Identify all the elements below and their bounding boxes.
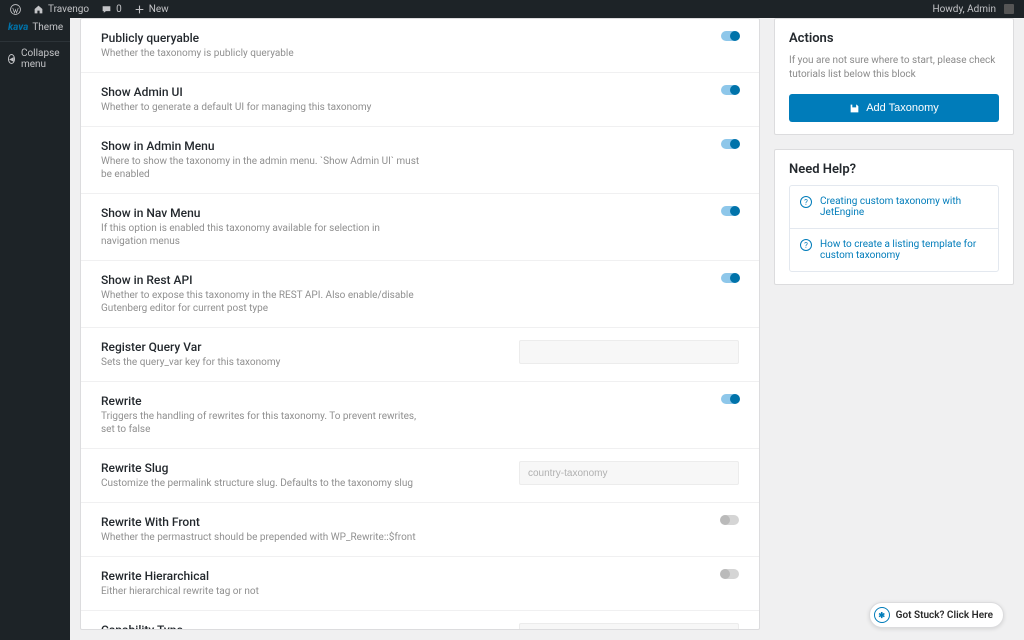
new-link[interactable]: New — [134, 4, 169, 15]
site-link[interactable]: Travengo — [33, 4, 89, 15]
setting-desc: Whether to expose this taxonomy in the R… — [101, 289, 421, 315]
setting-row-publicly_queryable: Publicly queryable Whether the taxonomy i… — [81, 19, 759, 73]
setting-desc: Sets the query_var key for this taxonomy — [101, 356, 421, 369]
help-widget-icon — [874, 607, 890, 623]
setting-row-show_admin_ui: Show Admin UI Whether to generate a defau… — [81, 73, 759, 127]
setting-desc: Whether the taxonomy is publicly queryab… — [101, 47, 421, 60]
settings-panel: Publicly queryable Whether the taxonomy i… — [80, 18, 760, 630]
setting-desc: Whether to generate a default UI for man… — [101, 101, 421, 114]
question-icon: ? — [800, 239, 812, 251]
comments-count: 0 — [116, 4, 122, 15]
setting-title: Show in Admin Menu — [101, 139, 421, 153]
toggle-rewrite_with_front[interactable] — [721, 515, 739, 525]
theme-label: Theme — [32, 22, 63, 33]
howdy-link[interactable]: Howdy, Admin — [932, 4, 1014, 15]
input-rewrite_slug[interactable] — [519, 461, 739, 485]
setting-title: Rewrite With Front — [101, 515, 421, 529]
admin-bar: Travengo 0 New Howdy, Admin — [0, 0, 1024, 18]
main-content: Publicly queryable Whether the taxonomy i… — [70, 18, 1024, 640]
collapse-menu[interactable]: ◀ Collapse menu — [0, 41, 70, 76]
help-title: Need Help? — [789, 162, 999, 177]
setting-row-show_in_nav_menu: Show in Nav Menu If this option is enable… — [81, 194, 759, 261]
new-label: New — [149, 4, 169, 15]
help-link-text: Creating custom taxonomy with JetEngine — [820, 196, 988, 218]
wordpress-icon — [10, 4, 21, 15]
actions-title: Actions — [789, 31, 999, 46]
toggle-show_in_admin_menu[interactable] — [721, 139, 739, 149]
setting-title: Rewrite Slug — [101, 461, 421, 475]
setting-desc: Customize the permalink structure slug. … — [101, 477, 421, 490]
actions-panel: Actions If you are not sure where to sta… — [774, 18, 1014, 135]
setting-row-rewrite_hierarchical: Rewrite Hierarchical Either hierarchical … — [81, 557, 759, 611]
save-icon — [849, 103, 860, 114]
setting-desc: Triggers the handling of rewrites for th… — [101, 410, 421, 436]
setting-title: Register Query Var — [101, 340, 421, 354]
toggle-publicly_queryable[interactable] — [721, 31, 739, 41]
help-link-text: How to create a listing template for cus… — [820, 239, 988, 261]
toggle-rewrite_hierarchical[interactable] — [721, 569, 739, 579]
help-widget[interactable]: Got Stuck? Click Here — [869, 602, 1004, 628]
question-icon: ? — [800, 196, 812, 208]
plus-icon — [134, 4, 145, 15]
add-taxonomy-label: Add Taxonomy — [866, 102, 939, 114]
setting-row-rewrite: Rewrite Triggers the handling of rewrites… — [81, 382, 759, 449]
sidebar-item-theme[interactable]: kava Theme — [0, 18, 70, 37]
setting-row-capability_type: Capability TypeThe string to use to buil… — [81, 611, 759, 630]
input-register_query_var[interactable] — [519, 340, 739, 364]
add-taxonomy-button[interactable]: Add Taxonomy — [789, 94, 999, 122]
setting-row-show_in_rest_api: Show in Rest API Whether to expose this t… — [81, 261, 759, 328]
setting-desc: Where to show the taxonomy in the admin … — [101, 155, 421, 181]
input-capability_type[interactable] — [519, 623, 739, 630]
right-column: Actions If you are not sure where to sta… — [774, 18, 1014, 630]
home-icon — [33, 4, 44, 15]
help-link[interactable]: ? Creating custom taxonomy with JetEngine — [790, 186, 998, 229]
setting-title: Show in Nav Menu — [101, 206, 421, 220]
setting-title: Rewrite — [101, 394, 421, 408]
collapse-icon: ◀ — [8, 54, 15, 64]
site-name: Travengo — [48, 4, 89, 15]
setting-row-rewrite_with_front: Rewrite With Front Whether the permastruc… — [81, 503, 759, 557]
setting-row-register_query_var: Register Query Var Sets the query_var key… — [81, 328, 759, 382]
actions-hint: If you are not sure where to start, plea… — [789, 54, 999, 82]
toggle-show_admin_ui[interactable] — [721, 85, 739, 95]
setting-title: Show Admin UI — [101, 85, 421, 99]
wp-logo[interactable] — [10, 4, 21, 15]
setting-row-rewrite_slug: Rewrite Slug Customize the permalink stru… — [81, 449, 759, 503]
comments-link[interactable]: 0 — [101, 4, 122, 15]
setting-row-show_in_admin_menu: Show in Admin Menu Where to show the taxo… — [81, 127, 759, 194]
toggle-rewrite[interactable] — [721, 394, 739, 404]
collapse-label: Collapse menu — [21, 48, 62, 70]
admin-sidebar: kava Theme ◀ Collapse menu — [0, 18, 70, 640]
howdy-text: Howdy, Admin — [932, 4, 996, 15]
toggle-show_in_rest_api[interactable] — [721, 273, 739, 283]
setting-title: Publicly queryable — [101, 31, 421, 45]
setting-title: Rewrite Hierarchical — [101, 569, 421, 583]
setting-title: Capability Type — [101, 623, 421, 630]
kava-logo: kava — [8, 22, 28, 33]
setting-title: Show in Rest API — [101, 273, 421, 287]
setting-desc: If this option is enabled this taxonomy … — [101, 222, 421, 248]
help-widget-label: Got Stuck? Click Here — [896, 610, 993, 621]
toggle-show_in_nav_menu[interactable] — [721, 206, 739, 216]
setting-desc: Either hierarchical rewrite tag or not — [101, 585, 421, 598]
help-link[interactable]: ? How to create a listing template for cu… — [790, 229, 998, 271]
help-panel: Need Help? ? Creating custom taxonomy wit… — [774, 149, 1014, 285]
avatar — [1004, 4, 1014, 14]
setting-desc: Whether the permastruct should be prepen… — [101, 531, 421, 544]
comment-icon — [101, 4, 112, 15]
